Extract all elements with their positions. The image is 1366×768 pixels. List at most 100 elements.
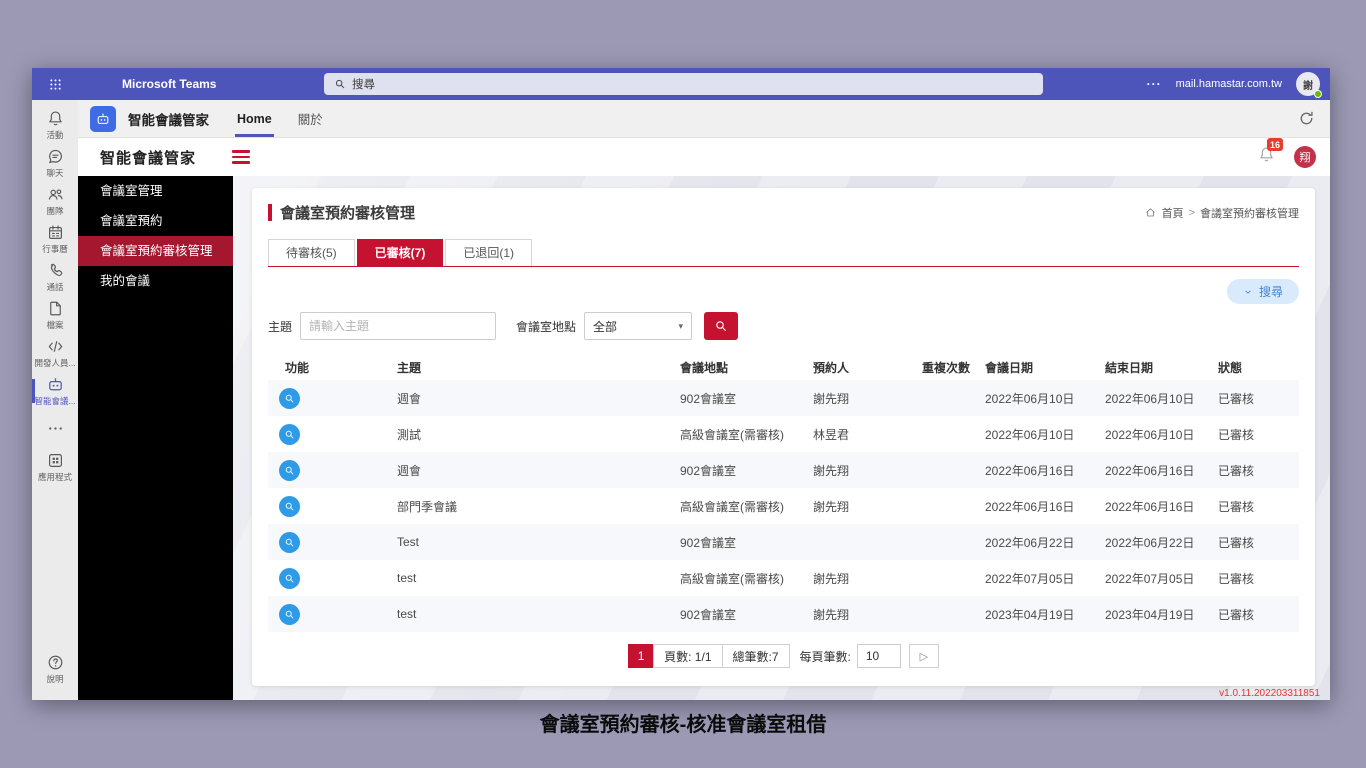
- view-details-button[interactable]: [279, 459, 300, 481]
- location-cell: 高級會議室(需審核): [680, 499, 784, 514]
- tab-returned[interactable]: 已退回(1): [445, 239, 533, 266]
- rail-item-calendar[interactable]: 行事曆: [32, 220, 78, 258]
- actions-cell: [268, 603, 397, 625]
- end-date-cell: 2022年07月05日: [1105, 571, 1195, 586]
- view-details-button[interactable]: [279, 495, 300, 517]
- teams-bar-right: ··· mail.hamastar.com.tw 謝: [1147, 72, 1322, 98]
- teams-top-bar: Microsoft Teams 搜尋 ··· mail.hamastar.com…: [32, 68, 1330, 100]
- rail-item-activity[interactable]: 活動: [32, 106, 78, 144]
- magnifier-icon: [285, 574, 294, 582]
- magnifier-icon: [285, 394, 294, 402]
- table-row: 週會 902會議室 謝先翔 2022年06月10日 2022年06月10日 已審核: [268, 380, 1299, 416]
- column-header: 會議地點: [680, 360, 729, 375]
- rail-item-teams[interactable]: 團隊: [32, 182, 78, 220]
- search-toggle-button[interactable]: 搜尋: [1226, 279, 1299, 304]
- bell-icon: [48, 111, 62, 126]
- status-cell: 已審核: [1218, 535, 1255, 550]
- breadcrumb-home[interactable]: 首頁: [1162, 205, 1184, 221]
- status-cell: 已審核: [1218, 499, 1255, 514]
- subject-input[interactable]: [300, 312, 497, 340]
- more-options-button[interactable]: ···: [1147, 77, 1162, 91]
- rail-item-label: 通話: [46, 282, 64, 292]
- location-label: 會議室地點: [516, 319, 577, 334]
- end-date-cell: 2022年06月16日: [1105, 499, 1195, 514]
- teams-search-input[interactable]: 搜尋: [324, 73, 1043, 95]
- actions-cell: [268, 459, 397, 481]
- refresh-icon[interactable]: [1297, 109, 1316, 128]
- app-launcher-button[interactable]: [32, 77, 78, 92]
- rail-item-chat[interactable]: 聊天: [32, 144, 78, 182]
- rail-item-calls[interactable]: 通話: [32, 258, 78, 296]
- home-icon: [1145, 208, 1155, 217]
- menu-toggle-button[interactable]: [232, 150, 251, 164]
- magnifier-icon: [285, 538, 294, 546]
- start-date-cell: 2022年06月16日: [985, 499, 1075, 514]
- subject-cell: test: [397, 607, 417, 621]
- app-tabs: Home 關於: [235, 100, 323, 137]
- table-row: test 902會議室 謝先翔 2023年04月19日 2023年04月19日 已審核: [268, 596, 1299, 632]
- waffle-icon: [49, 78, 61, 90]
- calendar-icon: [48, 225, 62, 239]
- reserver-cell: 謝先翔: [813, 391, 850, 406]
- column-header: 功能: [285, 360, 310, 375]
- page-info: 頁數: 1/1: [653, 644, 723, 668]
- user-avatar[interactable]: 翔: [1294, 146, 1316, 168]
- rail-item-files[interactable]: 檔案: [32, 296, 78, 334]
- next-page-icon: ▷: [919, 650, 929, 663]
- subject-label: 主題: [268, 319, 293, 334]
- per-page-label: 每頁筆數:: [799, 649, 851, 664]
- column-header: 預約人: [813, 360, 850, 375]
- notification-badge: 16: [1267, 138, 1284, 151]
- start-date-cell: 2022年07月05日: [985, 571, 1075, 586]
- rail-item-label: 開發人員...: [34, 358, 76, 368]
- page-title-text: 會議室預約審核管理: [280, 205, 416, 222]
- view-details-button[interactable]: [279, 567, 300, 589]
- tab-approved[interactable]: 已審核(7): [356, 239, 444, 266]
- view-details-button[interactable]: [279, 387, 300, 409]
- current-page-button[interactable]: 1: [628, 644, 655, 668]
- presence-indicator: [1314, 90, 1322, 98]
- sidebar-item-room-management[interactable]: 會議室管理: [78, 176, 233, 206]
- next-page-button[interactable]: ▷: [908, 644, 939, 668]
- teams-tab-home[interactable]: Home: [235, 100, 274, 137]
- sidebar-item-reservation-review[interactable]: 會議室預約審核管理: [78, 236, 233, 266]
- tenant-domain: mail.hamastar.com.tw: [1175, 78, 1282, 90]
- sidebar-item-room-reservation[interactable]: 會議室預約: [78, 206, 233, 236]
- location-cell: 高級會議室(需審核): [680, 427, 784, 442]
- view-details-button[interactable]: [279, 531, 300, 553]
- view-details-button[interactable]: [279, 603, 300, 625]
- start-date-cell: 2022年06月10日: [985, 391, 1075, 406]
- rail-item-label: 智能會議...: [34, 396, 76, 406]
- rail-item-smart-meeting[interactable]: 智能會議...: [32, 372, 78, 410]
- filter-bar: 主題 會議室地點 全部 ▾: [268, 312, 1299, 340]
- tab-pending[interactable]: 待審核(5): [268, 239, 355, 266]
- developer-icon: [48, 341, 62, 352]
- notifications-button[interactable]: 16: [1257, 138, 1284, 169]
- sidebar-item-my-meetings[interactable]: 我的會議: [78, 266, 233, 296]
- end-date-cell: 2022年06月10日: [1105, 391, 1195, 406]
- view-details-button[interactable]: [279, 423, 300, 445]
- teams-avatar[interactable]: 謝: [1296, 72, 1322, 98]
- rail-item-apps[interactable]: 應用程式: [32, 448, 78, 486]
- search-icon: [716, 321, 726, 331]
- caret-down-icon: ▾: [678, 320, 684, 331]
- rail-item-more[interactable]: [32, 410, 78, 448]
- per-page-input[interactable]: [856, 644, 901, 668]
- location-select[interactable]: 全部 ▾: [584, 312, 693, 340]
- magnifier-icon: [285, 466, 294, 474]
- search-button[interactable]: [704, 312, 739, 340]
- version-label: v1.0.11.202203311851: [1219, 688, 1320, 699]
- app-tab-bar: 智能會議管家 Home 關於: [78, 100, 1330, 138]
- help-icon: [48, 655, 62, 670]
- rail-item-label: 團隊: [46, 206, 64, 216]
- rail-item-developer[interactable]: 開發人員...: [32, 334, 78, 372]
- more-icon: [48, 427, 62, 430]
- app-header-right: 16 翔: [1257, 138, 1316, 169]
- start-date-cell: 2022年06月16日: [985, 463, 1075, 478]
- app-title: 智能會議管家: [100, 149, 197, 167]
- teams-tab-about[interactable]: 關於: [298, 100, 323, 137]
- start-date-cell: 2023年04月19日: [985, 607, 1075, 622]
- rail-item-help[interactable]: 說明: [32, 650, 78, 688]
- file-icon: [49, 301, 61, 316]
- rail-item-label: 應用程式: [37, 472, 72, 482]
